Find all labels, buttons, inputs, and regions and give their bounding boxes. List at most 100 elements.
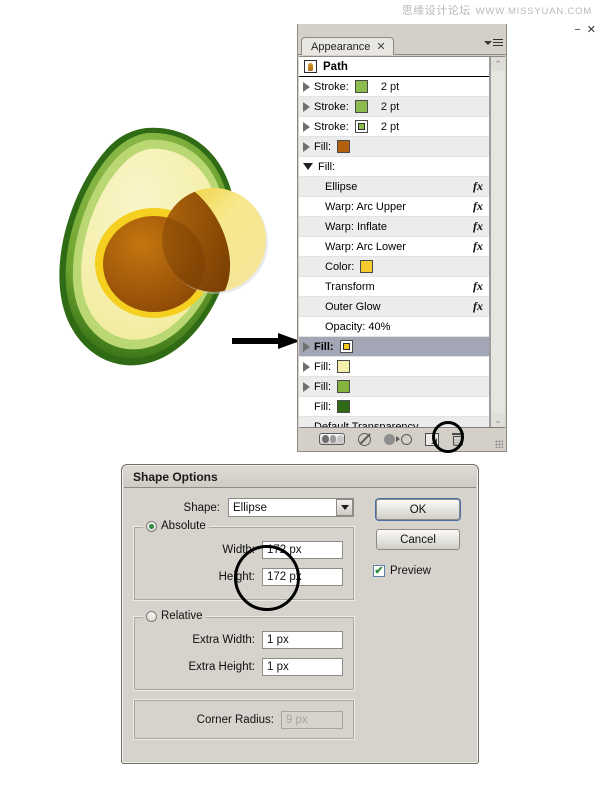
color-swatch[interactable] [360,260,374,273]
disclosure-triangle-collapsed-icon[interactable] [303,81,310,92]
color-swatch[interactable] [354,120,368,133]
appearance-row-stroke-3[interactable]: Stroke: 2 pt [299,117,489,137]
toggle-visibility-button[interactable] [319,433,345,445]
disclosure-triangle-collapsed-icon[interactable] [303,121,310,132]
appearance-row-stroke-2[interactable]: Stroke: 2 pt [299,97,489,117]
fx-icon[interactable]: fx [473,179,483,194]
appearance-row-fill-dark-green[interactable]: Fill: [299,397,489,417]
appearance-row-effect-warp-inflate[interactable]: Warp: Inflate fx [299,217,489,237]
fx-icon[interactable]: fx [473,279,483,294]
appearance-row-effect-ellipse[interactable]: Ellipse fx [299,177,489,197]
appearance-row-fill-pale-yellow[interactable]: Fill: [299,357,489,377]
watermark: 思缘设计论坛 WWW.MISSYUAN.COM [402,2,592,18]
color-swatch[interactable] [337,140,351,153]
duplicate-selected-item-button[interactable] [425,432,439,446]
hamburger-icon [493,39,503,46]
disclosure-triangle-expanded-icon[interactable] [303,163,313,170]
watermark-url: WWW.MISSYUAN.COM [475,6,592,17]
watermark-chinese: 思缘设计论坛 [401,5,471,17]
color-swatch[interactable] [354,80,368,93]
extra-width-label: Extra Width: [192,634,255,646]
appearance-row-host: Stroke: 2 pt Stroke: 2 pt Stroke: 2 pt Fill: Fi… [299,77,489,427]
color-swatch[interactable] [339,340,353,353]
fx-icon[interactable]: fx [473,199,483,214]
extra-width-input[interactable]: 1 px [262,631,343,649]
panel-resize-grip[interactable] [495,440,503,448]
absolute-radio[interactable] [146,520,157,532]
trash-icon [452,432,464,446]
appearance-row-label: Fill: [314,380,332,393]
relative-radio[interactable] [146,610,157,622]
appearance-row-label: Stroke: [314,80,349,93]
appearance-row-fill-selected[interactable]: Fill: [299,337,489,357]
tab-close-icon[interactable]: ✕ [376,40,385,53]
appearance-panel: Appearance ✕ Path Stroke: 2 pt Stroke: 2 pt… [297,24,507,452]
appearance-row-effect-warp-arc-lower[interactable]: Warp: Arc Lower fx [299,237,489,257]
appearance-row-effect-warp-arc-upper[interactable]: Warp: Arc Upper fx [299,197,489,217]
appearance-row-fill-light-green[interactable]: Fill: [299,377,489,397]
appearance-row-stroke-1[interactable]: Stroke: 2 pt [299,77,489,97]
preview-option[interactable]: ✔ Preview [373,565,431,577]
appearance-row-label: Transform [325,280,375,293]
fx-icon[interactable]: fx [473,299,483,314]
panel-window-buttons: − ✕ [574,25,596,36]
appearance-rows: Path Stroke: 2 pt Stroke: 2 pt Stroke: 2 pt Fi… [299,57,490,427]
fx-icon[interactable]: fx [473,219,483,234]
color-swatch[interactable] [337,400,351,413]
appearance-list: Path Stroke: 2 pt Stroke: 2 pt Stroke: 2 pt Fi… [299,56,505,427]
width-input[interactable]: 172 px [262,541,343,559]
delete-selected-item-button[interactable] [452,432,464,446]
appearance-row-label: Color: [325,260,355,273]
clear-appearance-button[interactable] [358,432,371,446]
corner-radius-fieldset: Corner Radius: 9 px [134,700,354,739]
appearance-row-label: Warp: Arc Upper [325,200,406,213]
shape-select[interactable]: Ellipse [228,498,354,517]
appearance-row-attr-opacity[interactable]: Opacity: 40% [299,317,489,337]
pointer-arrow [232,330,302,352]
disclosure-triangle-collapsed-icon[interactable] [303,341,310,352]
appearance-row-default-transparency[interactable]: Default Transparency [299,417,489,427]
extra-height-input[interactable]: 1 px [262,658,343,676]
disclosure-triangle-collapsed-icon[interactable] [303,101,310,112]
height-input[interactable]: 172 px [262,568,343,586]
minimize-icon[interactable]: − [574,25,580,36]
extra-height-label: Extra Height: [188,661,255,673]
path-object-icon [304,60,317,73]
reduce-to-basic-appearance-button[interactable] [384,433,412,445]
appearance-row-attr-color[interactable]: Color: [299,257,489,277]
disclosure-triangle-collapsed-icon[interactable] [303,141,310,152]
shape-select-value: Ellipse [233,501,267,514]
color-swatch[interactable] [337,380,351,393]
relative-option[interactable]: Relative [143,610,206,622]
fx-icon[interactable]: fx [473,239,483,254]
appearance-row-effect-transform[interactable]: Transform fx [299,277,489,297]
panel-tabstrip: Appearance ✕ [298,36,506,55]
appearance-row-fill-brown[interactable]: Fill: [299,137,489,157]
color-swatch[interactable] [354,100,368,113]
absolute-option[interactable]: Absolute [143,520,209,532]
panel-menu-button[interactable] [484,39,503,46]
color-swatch[interactable] [337,360,351,373]
relative-fieldset: Relative Extra Width: 1 px Extra Height:… [134,610,354,690]
appearance-row-label: Ellipse [325,180,358,193]
appearance-row-label: Fill: [314,360,332,373]
chevron-down-icon [484,40,492,45]
scroll-down-button[interactable]: ⌄ [491,413,505,427]
appearance-row-label: Stroke: [314,100,349,113]
chevron-down-icon[interactable] [336,499,353,516]
cancel-button[interactable]: Cancel [376,529,460,550]
appearance-object-row[interactable]: Path [299,57,489,77]
appearance-row-fill-expanded[interactable]: Fill: [299,157,489,177]
disclosure-triangle-collapsed-icon[interactable] [303,381,310,392]
preview-checkbox[interactable]: ✔ [373,565,385,577]
dialog-title: Shape Options [124,467,476,488]
disclosure-triangle-collapsed-icon[interactable] [303,361,310,372]
appearance-row-effect-outer-glow[interactable]: Outer Glow fx [299,297,489,317]
panel-scrollbar[interactable]: ⌃ ⌄ [490,57,505,427]
tab-appearance[interactable]: Appearance ✕ [301,37,394,55]
appearance-panel-footer [299,427,505,450]
width-label: Width: [222,544,255,556]
ok-button[interactable]: OK [376,499,460,520]
close-icon[interactable]: ✕ [587,25,596,36]
scroll-up-button[interactable]: ⌃ [491,57,505,71]
